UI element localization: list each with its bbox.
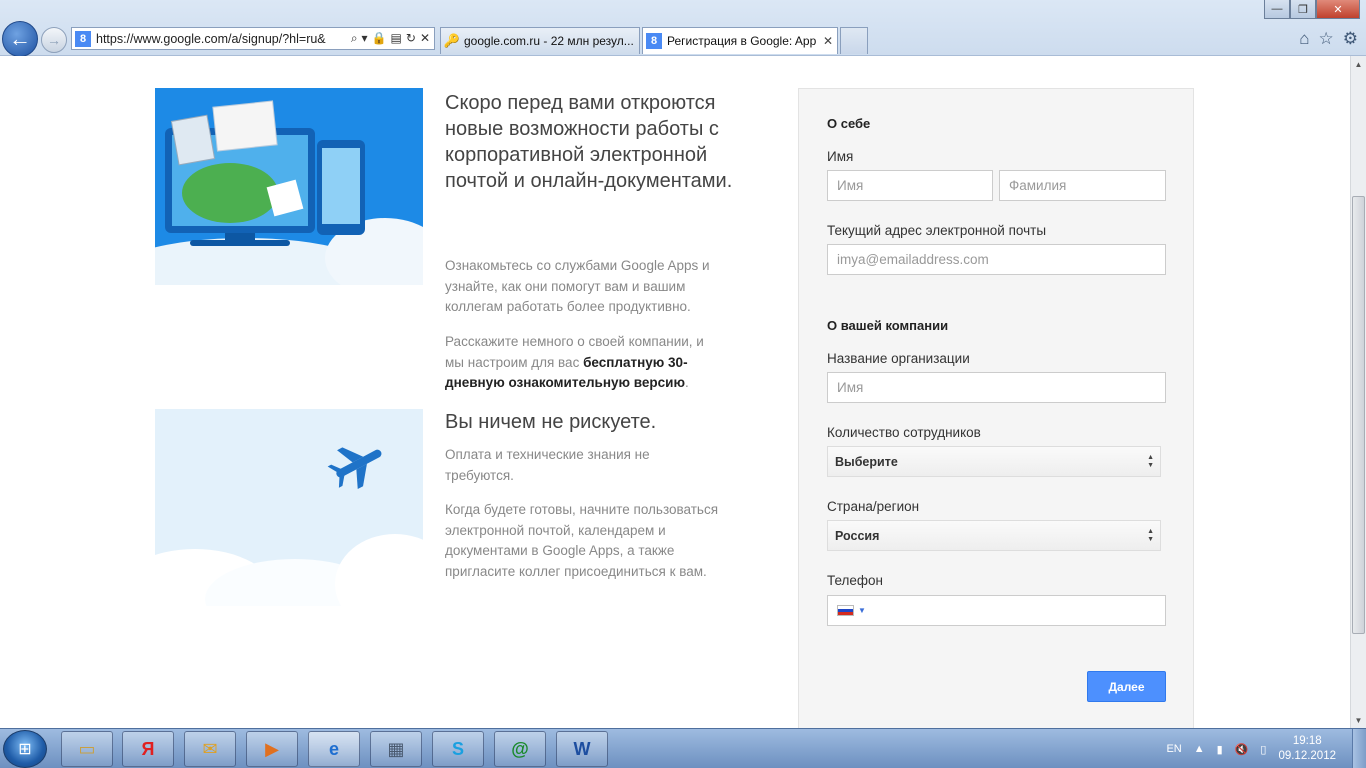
country-label: Страна/регион [827, 499, 920, 514]
show-desktop-button[interactable] [1352, 729, 1366, 768]
no-payment-paragraph: Оплата и технические знания не требуются… [445, 447, 650, 483]
no-risk-heading: Вы ничем не рискуете. [445, 411, 657, 433]
name-label: Имя [827, 149, 854, 164]
address-url[interactable]: https://www.google.com/a/signup/?hl=ru& [96, 32, 351, 46]
org-name-label: Название организации [827, 351, 970, 366]
about-section-title: О себе [827, 116, 871, 131]
search-icon[interactable]: ⌕ [351, 31, 358, 46]
media-player-taskbar-icon[interactable]: ▶ [246, 731, 298, 767]
close-tab-icon[interactable]: ✕ [823, 34, 837, 48]
first-name-input[interactable]: Имя [827, 170, 993, 201]
system-tray: EN ▲ ▮ 🔇 ▯ 19:18 09.12.2012 [1166, 729, 1336, 768]
dropdown-icon[interactable]: ▾ [362, 31, 368, 46]
skype-taskbar-icon[interactable]: S [432, 731, 484, 767]
scroll-down-arrow-icon[interactable]: ▼ [1351, 712, 1366, 728]
explorer-taskbar-icon[interactable]: ▭ [61, 731, 113, 767]
refresh-icon[interactable]: ↻ [406, 31, 416, 46]
show-hidden-icons-icon[interactable]: ▲ [1194, 743, 1205, 755]
last-name-input[interactable]: Фамилия [999, 170, 1166, 201]
no-risk-illustration [155, 409, 423, 606]
get-started-paragraph: Когда будете готовы, начните пользоватьс… [445, 502, 719, 580]
word-taskbar-icon[interactable]: W [556, 731, 608, 767]
search-tab-icon: 🔑 [443, 33, 461, 48]
volume-muted-icon[interactable]: 🔇 [1235, 743, 1249, 756]
window-controls: — ❐ ✕ [1264, 0, 1360, 19]
network-signal-icon[interactable]: ▮ [1217, 743, 1223, 756]
settings-gear-icon[interactable]: ⚙ [1343, 29, 1358, 49]
yandex-taskbar-icon[interactable]: Я [122, 731, 174, 767]
company-section-title: О вашей компании [827, 318, 949, 333]
forward-button[interactable]: → [41, 27, 67, 53]
favorites-star-icon[interactable]: ☆ [1319, 29, 1334, 49]
clock[interactable]: 19:18 09.12.2012 [1278, 734, 1336, 764]
page-content: Скоро перед вами откроются новые возможн… [0, 56, 1350, 728]
country-code-dropdown-icon[interactable]: ▼ [858, 606, 866, 615]
phone-input[interactable]: ▼ [827, 595, 1166, 626]
google-favicon-icon: 8 [75, 30, 91, 47]
apps-illustration [155, 88, 423, 285]
email-input[interactable]: imya@emailaddress.com [827, 244, 1166, 275]
mail-agent-taskbar-icon[interactable]: @ [494, 731, 546, 767]
scrollbar-thumb[interactable] [1352, 196, 1365, 634]
google-favicon-icon: 8 [646, 33, 662, 49]
select-arrows-icon: ▲ ▼ [1147, 528, 1154, 543]
start-button[interactable]: ⊞ [3, 730, 47, 768]
tab-google-apps-signup[interactable]: 8 Регистрация в Google: App... ✕ [642, 27, 838, 54]
select-arrows-icon: ▲ ▼ [1147, 454, 1154, 469]
phone-label: Телефон [827, 573, 884, 588]
russia-flag-icon[interactable] [837, 605, 854, 616]
signup-form: О себе Имя Имя Фамилия Текущий адрес эле… [798, 88, 1194, 728]
main-heading: Скоро перед вами откроются новые возможн… [445, 92, 733, 192]
email-label: Текущий адрес электронной почты [827, 223, 1047, 238]
windows-taskbar: ⊞ ▭ Я ✉ ▶ e ▦ S @ W EN ▲ ▮ 🔇 ▯ 19:18 09.… [0, 728, 1366, 768]
employees-label: Количество сотрудников [827, 425, 981, 440]
outlook-taskbar-icon[interactable]: ✉ [184, 731, 236, 767]
close-window-button[interactable]: ✕ [1316, 0, 1360, 19]
page-scrollbar[interactable]: ▲ ▼ [1350, 56, 1366, 728]
compatibility-icon[interactable]: ▤ [391, 31, 402, 46]
minimize-button[interactable]: — [1264, 0, 1290, 19]
employees-select[interactable]: Выберите ▲ ▼ [827, 446, 1161, 477]
stop-icon[interactable]: ✕ [420, 31, 430, 46]
battery-icon[interactable]: ▯ [1260, 743, 1266, 756]
calculator-taskbar-icon[interactable]: ▦ [370, 731, 422, 767]
tab-search-results[interactable]: 🔑 google.com.ru - 22 млн резул... [440, 27, 640, 54]
trial-paragraph: Расскажите немного о своей компании, и м… [445, 334, 704, 391]
maximize-button[interactable]: ❐ [1290, 0, 1316, 19]
back-button[interactable]: ← [2, 21, 38, 57]
internet-explorer-taskbar-icon[interactable]: e [308, 731, 360, 767]
address-bar[interactable]: 8 https://www.google.com/a/signup/?hl=ru… [71, 27, 435, 50]
browser-toolbar: ← → 8 https://www.google.com/a/signup/?h… [0, 0, 1366, 57]
org-name-input[interactable]: Имя [827, 372, 1166, 403]
scroll-up-arrow-icon[interactable]: ▲ [1351, 56, 1366, 72]
new-tab-button[interactable] [840, 27, 868, 54]
country-select[interactable]: Россия ▲ ▼ [827, 520, 1161, 551]
language-indicator[interactable]: EN [1166, 743, 1181, 755]
home-icon[interactable]: ⌂ [1299, 29, 1309, 49]
intro-paragraph: Ознакомьтесь со службами Google Apps и у… [445, 258, 710, 315]
next-button[interactable]: Далее [1087, 671, 1166, 702]
lock-icon[interactable]: 🔒 [372, 31, 387, 46]
